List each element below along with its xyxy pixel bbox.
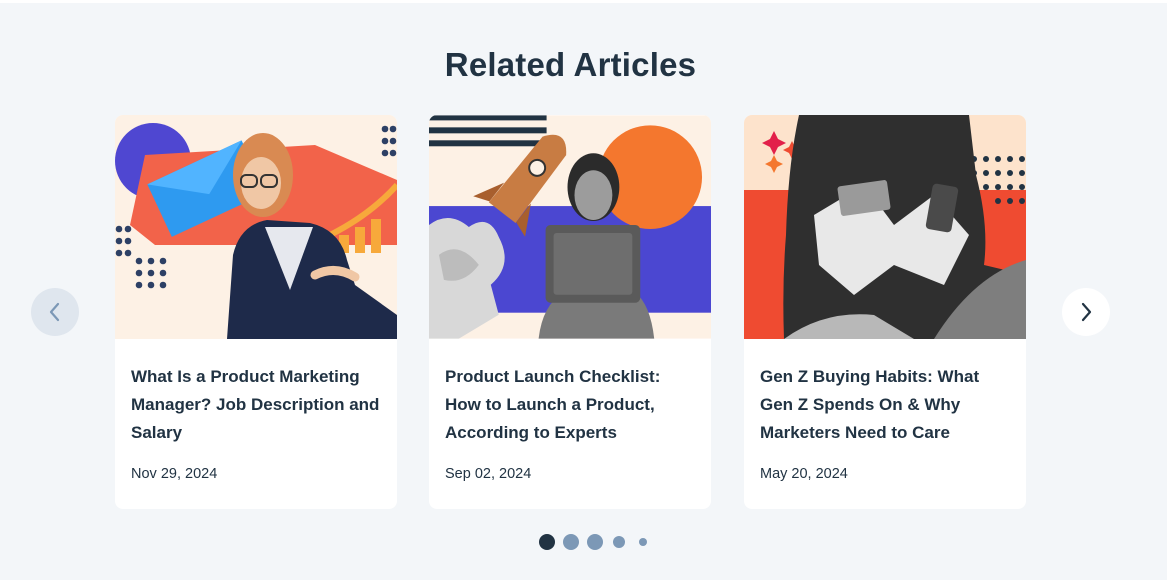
article-date: May 20, 2024 (760, 466, 848, 482)
article-card[interactable]: Gen Z Buying Habits: What Gen Z Spends O… (744, 115, 1026, 509)
article-card[interactable]: Product Launch Checklist: How to Launch … (429, 115, 711, 509)
carousel-prev-button[interactable] (31, 288, 79, 336)
pagination-dot[interactable] (539, 534, 555, 550)
carousel-next-button[interactable] (1062, 288, 1110, 336)
article-image (744, 115, 1026, 339)
chevron-left-icon (49, 302, 60, 322)
pagination-dot[interactable] (639, 538, 647, 546)
related-articles-section: Related Articles What Is a Product Marke… (0, 3, 1167, 580)
article-title[interactable]: Gen Z Buying Habits: What Gen Z Spends O… (760, 363, 1012, 447)
chevron-right-icon (1081, 302, 1092, 322)
article-image (429, 115, 711, 339)
pagination-dot[interactable] (587, 534, 603, 550)
pagination-dot[interactable] (613, 536, 625, 548)
article-title[interactable]: What Is a Product Marketing Manager? Job… (131, 363, 383, 447)
carousel-pagination (0, 534, 1167, 550)
section-heading: Related Articles (444, 46, 697, 83)
article-date: Nov 29, 2024 (131, 466, 218, 482)
article-date: Sep 02, 2024 (445, 466, 532, 482)
article-card[interactable]: What Is a Product Marketing Manager? Job… (115, 115, 397, 509)
article-title[interactable]: Product Launch Checklist: How to Launch … (445, 363, 697, 447)
article-image (115, 115, 397, 339)
pagination-dot[interactable] (563, 534, 579, 550)
